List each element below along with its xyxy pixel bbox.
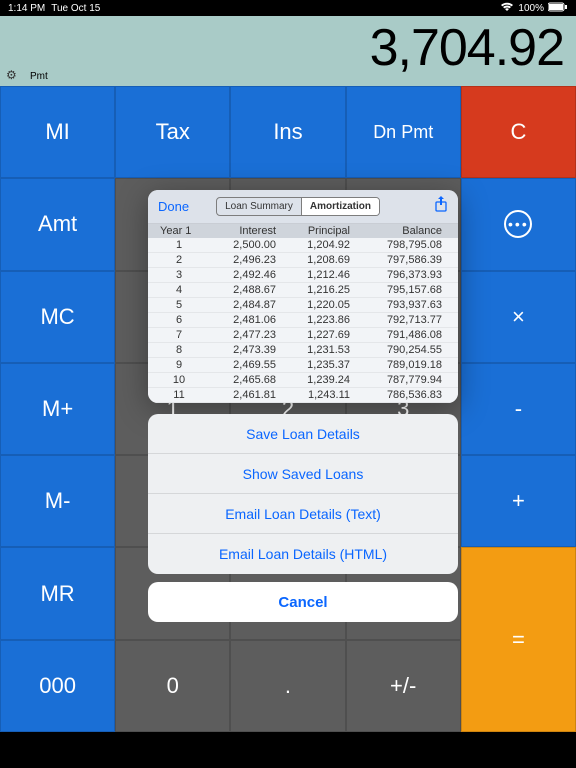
sheet-email-text[interactable]: Email Loan Details (Text) — [148, 494, 458, 534]
display-value: 3,704.92 — [370, 18, 564, 78]
battery-text: 100% — [518, 3, 544, 14]
status-bar: 1:14 PM Tue Oct 15 100% — [0, 0, 576, 16]
table-row[interactable]: 12,500.001,204.92798,795.08 — [148, 238, 458, 253]
display-label: Pmt — [30, 71, 48, 82]
key-000[interactable]: 000 — [0, 640, 115, 732]
segment-loan-summary[interactable]: Loan Summary — [217, 198, 302, 215]
table-row[interactable]: 92,469.551,235.37789,019.18 — [148, 358, 458, 373]
table-row[interactable]: 112,461.811,243.11786,536.83 — [148, 388, 458, 403]
share-icon[interactable] — [434, 196, 448, 217]
sheet-email-html[interactable]: Email Loan Details (HTML) — [148, 534, 458, 574]
key-pm[interactable]: +/- — [346, 640, 461, 732]
table-row[interactable]: 32,492.461,212.46796,373.93 — [148, 268, 458, 283]
bottom-bar — [0, 732, 576, 768]
key-amt[interactable]: Amt — [0, 178, 115, 270]
more-icon: ••• — [504, 210, 532, 238]
table-row[interactable]: 52,484.871,220.05793,937.63 — [148, 298, 458, 313]
segment-amortization[interactable]: Amortization — [302, 198, 379, 215]
key-tax[interactable]: Tax — [115, 86, 230, 178]
done-button[interactable]: Done — [158, 199, 189, 214]
sheet-save[interactable]: Save Loan Details — [148, 414, 458, 454]
key-clear[interactable]: C — [461, 86, 576, 178]
key-mminus[interactable]: M- — [0, 455, 115, 547]
key-ins[interactable]: Ins — [230, 86, 345, 178]
key-mi[interactable]: MI — [0, 86, 115, 178]
key-mplus[interactable]: M+ — [0, 363, 115, 455]
key-0[interactable]: 0 — [115, 640, 230, 732]
wifi-icon — [500, 2, 514, 15]
table-row[interactable]: 62,481.061,223.86792,713.77 — [148, 313, 458, 328]
key-multiply[interactable]: × — [461, 271, 576, 363]
sheet-cancel[interactable]: Cancel — [148, 582, 458, 622]
key-mc[interactable]: MC — [0, 271, 115, 363]
key-equals[interactable]: = — [461, 547, 576, 732]
status-date: Tue Oct 15 — [51, 3, 100, 14]
sheet-show-saved[interactable]: Show Saved Loans — [148, 454, 458, 494]
key-dot[interactable]: . — [230, 640, 345, 732]
key-mr[interactable]: MR — [0, 547, 115, 639]
action-sheet: Save Loan Details Show Saved Loans Email… — [148, 414, 458, 622]
table-row[interactable]: 22,496.231,208.69797,586.39 — [148, 253, 458, 268]
display: ⚙ 3,704.92 Pmt — [0, 16, 576, 86]
table-row[interactable]: 42,488.671,216.25795,157.68 — [148, 283, 458, 298]
table-header: Year 1 Interest Principal Balance — [148, 224, 458, 238]
segment-control[interactable]: Loan Summary Amortization — [216, 197, 380, 216]
settings-icon[interactable]: ⚙ — [6, 68, 17, 82]
key-dnpmt[interactable]: Dn Pmt — [346, 86, 461, 178]
key-more[interactable]: ••• — [461, 178, 576, 270]
key-minus[interactable]: - — [461, 363, 576, 455]
battery-icon — [548, 2, 568, 15]
table-row[interactable]: 72,477.231,227.69791,486.08 — [148, 328, 458, 343]
table-row[interactable]: 82,473.391,231.53790,254.55 — [148, 343, 458, 358]
amortization-popover: Done Loan Summary Amortization Year 1 In… — [148, 190, 458, 403]
table-row[interactable]: 102,465.681,239.24787,779.94 — [148, 373, 458, 388]
key-plus[interactable]: + — [461, 455, 576, 547]
status-time: 1:14 PM — [8, 3, 45, 14]
keypad: MI Tax Ins Dn Pmt C Amt 7 8 9 ••• MC 4 5… — [0, 86, 576, 732]
table-body[interactable]: 12,500.001,204.92798,795.0822,496.231,20… — [148, 238, 458, 403]
